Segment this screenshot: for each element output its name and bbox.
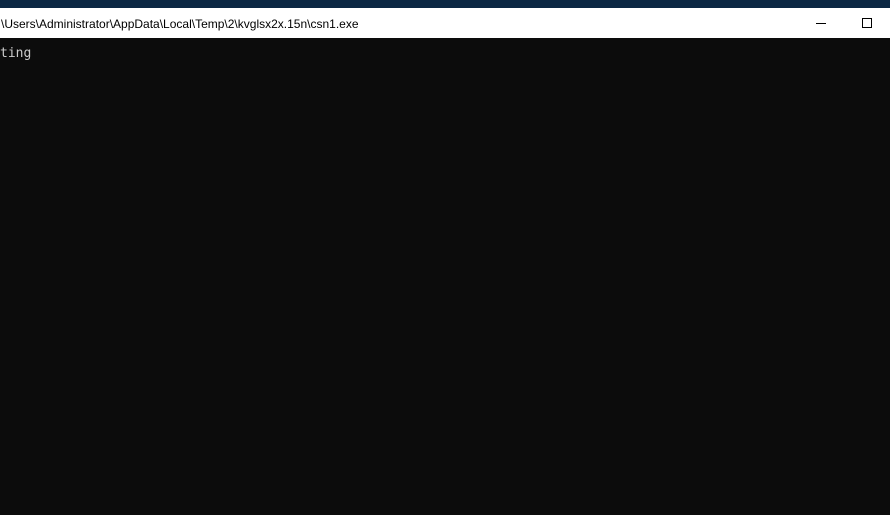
desktop-background <box>0 0 890 8</box>
console-line: ting <box>0 46 32 61</box>
window-titlebar[interactable]: \Users\Administrator\AppData\Local\Temp\… <box>0 8 890 38</box>
console-output[interactable]: ting <box>0 38 890 515</box>
console-window: \Users\Administrator\AppData\Local\Temp\… <box>0 8 890 515</box>
maximize-icon <box>862 18 872 28</box>
window-controls <box>798 8 890 38</box>
window-title: \Users\Administrator\AppData\Local\Temp\… <box>1 16 359 31</box>
minimize-icon <box>816 23 826 24</box>
minimize-button[interactable] <box>798 8 844 38</box>
maximize-button[interactable] <box>844 8 890 38</box>
